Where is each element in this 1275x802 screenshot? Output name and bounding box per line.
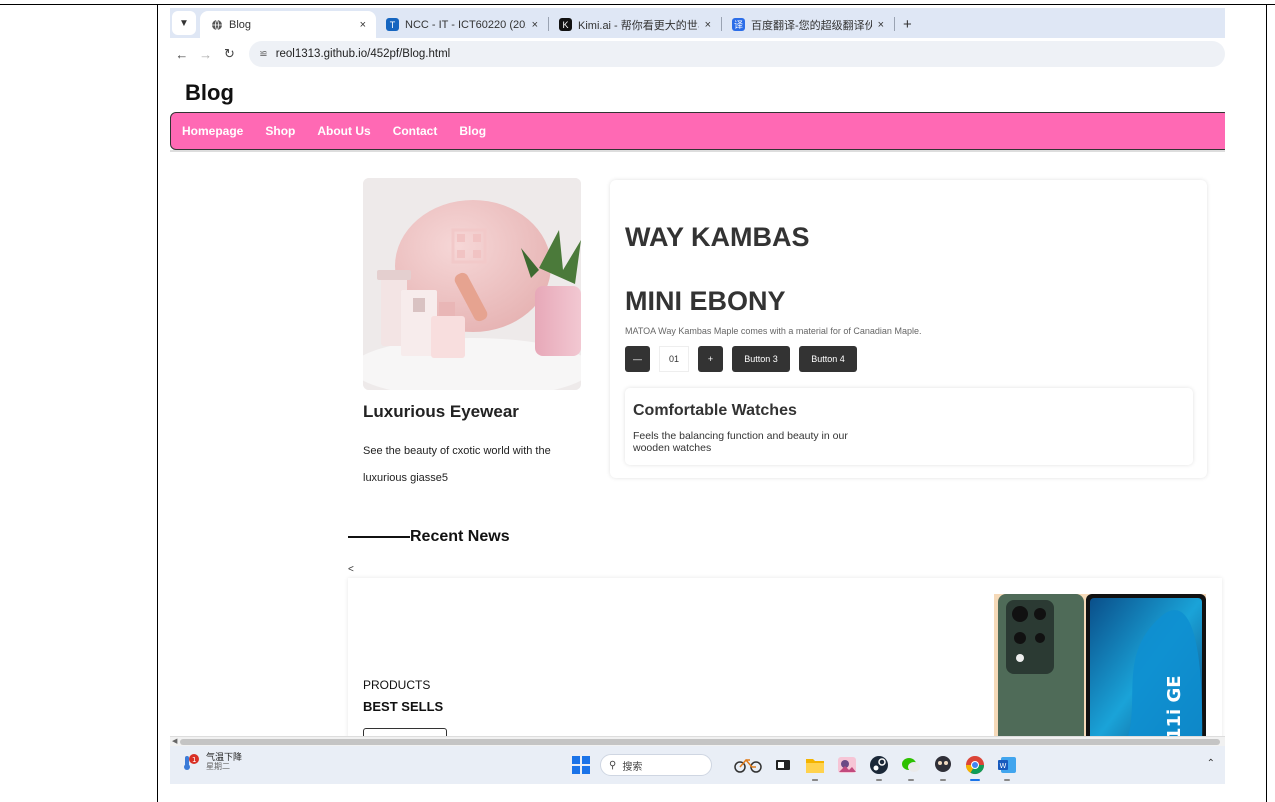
globe-icon	[210, 18, 223, 31]
close-icon[interactable]: ×	[532, 19, 538, 31]
tab-blog[interactable]: Blog ×	[200, 11, 376, 38]
site-settings-icon[interactable]: ≌	[259, 49, 267, 60]
watches-card-description: Feels the balancing function and beauty …	[633, 430, 848, 454]
ncc-icon: T	[386, 18, 399, 31]
back-arrow-icon[interactable]: ←	[170, 47, 194, 62]
tab-ncc[interactable]: T NCC - IT - ICT60220 (2024): I ×	[376, 11, 548, 38]
steam-icon[interactable]	[868, 754, 890, 781]
frame-line-right	[1266, 4, 1267, 802]
word-icon[interactable]: W	[996, 754, 1018, 781]
reload-icon[interactable]: ↻	[218, 46, 242, 62]
news-carousel-slide: PRODUCTS BEST SELLS 11i GE	[348, 578, 1222, 736]
frame-line-top	[0, 4, 1275, 5]
product-heading-primary: WAY KAMBAS	[625, 222, 810, 252]
svg-text:11i GE: 11i GE	[1164, 675, 1185, 736]
recent-news-label: Recent News	[410, 528, 510, 545]
tab-label: Kimi.ai - 帮你看更大的世界	[578, 19, 699, 32]
close-icon[interactable]: ×	[360, 19, 366, 31]
taskbar-center: ⚲ 搜索 W	[572, 754, 1028, 781]
weather-text: 气温下降 星期二	[206, 752, 242, 772]
search-icon: ⚲	[609, 759, 617, 771]
address-bar: ← → ↻ ≌ reol1313.github.io/452pf/Blog.ht…	[170, 38, 1225, 70]
kimi-icon: K	[559, 18, 572, 31]
close-icon[interactable]: ×	[705, 19, 711, 31]
active-indicator	[970, 779, 980, 781]
tab-search-menu-icon[interactable]: ▼	[172, 11, 196, 35]
web-page: Blog Homepage Shop About Us Contact Blog	[170, 70, 1225, 736]
news-headline: BEST SELLS	[363, 699, 444, 714]
news-kicker: PRODUCTS	[363, 678, 431, 692]
quantity-input[interactable]: 01	[659, 346, 689, 372]
task-view-icon[interactable]	[772, 754, 794, 776]
cosmetics-product-image	[363, 178, 581, 390]
navbar-divider	[170, 150, 1225, 152]
weather-badge-count: 1	[192, 756, 196, 764]
svg-text:W: W	[1000, 762, 1007, 770]
nav-link-blog[interactable]: Blog	[459, 124, 486, 138]
tab-separator	[894, 17, 895, 31]
button-4[interactable]: Button 4	[799, 346, 857, 372]
new-tab-button[interactable]: +	[903, 16, 912, 33]
nav-link-about-us[interactable]: About Us	[317, 124, 370, 138]
watches-card: Comfortable Watches Feels the balancing …	[625, 388, 1193, 465]
running-indicator	[908, 779, 914, 781]
running-indicator	[812, 779, 818, 781]
site-navbar: Homepage Shop About Us Contact Blog	[170, 112, 1225, 150]
scrollbar-thumb[interactable]	[180, 739, 1220, 745]
bike-app-icon[interactable]	[734, 754, 762, 776]
tab-label: NCC - IT - ICT60220 (2024): I	[405, 18, 526, 31]
file-explorer-icon[interactable]	[804, 754, 826, 781]
taskbar-search-input[interactable]: ⚲ 搜索	[600, 754, 712, 776]
url-input[interactable]: ≌ reol1313.github.io/452pf/Blog.html	[249, 41, 1225, 67]
product-detail-panel: WAY KAMBAS MINI EBONY MATOA Way Kambas M…	[610, 180, 1207, 478]
chevron-up-icon[interactable]: ⌃	[1207, 758, 1215, 769]
tab-label: 百度翻译-您的超级翻译伙伴	[751, 19, 872, 32]
game-app-icon[interactable]	[932, 754, 954, 781]
quantity-controls: — 01 + Button 3 Button 4	[625, 346, 866, 372]
weather-line-1: 气温下降	[206, 752, 243, 762]
frame-line-left	[157, 4, 158, 802]
photos-icon[interactable]	[836, 754, 858, 776]
windows-start-icon[interactable]	[572, 756, 590, 774]
news-cta-button[interactable]	[363, 728, 447, 736]
button-3[interactable]: Button 3	[732, 346, 790, 372]
tab-baidu-translate[interactable]: 译 百度翻译-您的超级翻译伙伴 ×	[722, 11, 894, 38]
heading-rule	[348, 536, 410, 538]
tab-strip: ▼ Blog × T NCC - IT - ICT60220 (2024): I…	[170, 8, 1225, 38]
wechat-icon[interactable]	[900, 754, 922, 781]
decrement-button[interactable]: —	[625, 346, 650, 372]
running-indicator	[940, 779, 946, 781]
eyewear-card-title: Luxurious Eyewear	[363, 402, 519, 421]
weather-line-2: 星期二	[206, 762, 230, 771]
scroll-left-arrow-icon[interactable]: ◀	[172, 737, 177, 745]
baidu-translate-icon: 译	[732, 18, 745, 31]
nav-link-contact[interactable]: Contact	[393, 124, 438, 138]
nav-link-shop[interactable]: Shop	[265, 124, 295, 138]
chrome-icon[interactable]	[964, 754, 986, 781]
page-title: Blog	[185, 80, 234, 105]
thermometer-icon: 1	[182, 753, 200, 771]
forward-arrow-icon[interactable]: →	[194, 47, 218, 62]
product-subtitle: MATOA Way Kambas Maple comes with a mate…	[625, 326, 922, 336]
carousel-prev-button[interactable]: <	[348, 564, 354, 575]
nav-link-homepage[interactable]: Homepage	[182, 124, 243, 138]
tab-kimi[interactable]: K Kimi.ai - 帮你看更大的世界 ×	[549, 11, 721, 38]
windows-taskbar: 1 气温下降 星期二 ⚲ 搜索 W ⌃	[170, 746, 1225, 784]
url-text: reol1313.github.io/452pf/Blog.html	[275, 48, 451, 60]
smartphone-product-image: 11i GE	[994, 594, 1206, 736]
running-indicator	[876, 779, 882, 781]
tab-label: Blog	[229, 18, 252, 31]
close-icon[interactable]: ×	[878, 19, 884, 31]
product-heading-secondary: MINI EBONY	[625, 286, 786, 316]
weather-widget[interactable]: 1 气温下降 星期二	[182, 752, 242, 772]
eyewear-card-description: See the beauty of cxotic world with the …	[363, 445, 551, 484]
watches-card-title: Comfortable Watches	[633, 402, 797, 419]
taskbar-search-placeholder: 搜索	[622, 761, 643, 773]
running-indicator	[1004, 779, 1010, 781]
browser-window: ▼ Blog × T NCC - IT - ICT60220 (2024): I…	[170, 8, 1225, 784]
horizontal-scrollbar[interactable]: ◀	[170, 736, 1225, 746]
recent-news-heading: Recent News	[348, 528, 510, 546]
increment-button[interactable]: +	[698, 346, 723, 372]
